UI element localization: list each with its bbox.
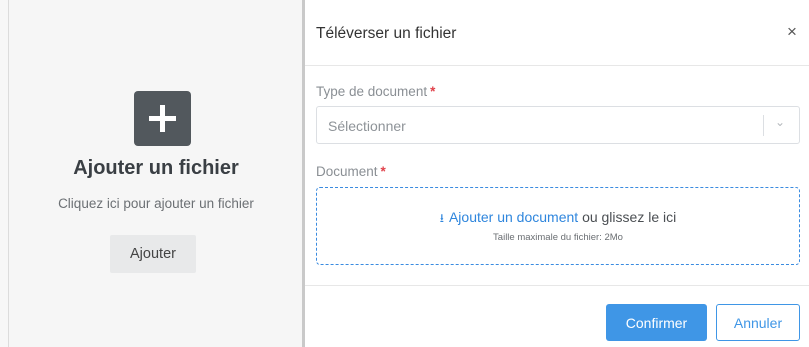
close-icon[interactable]: × — [787, 22, 797, 42]
upload-modal: Téléverser un fichier × Type de document… — [305, 0, 809, 347]
select-separator — [763, 115, 764, 136]
required-mark: * — [430, 84, 436, 99]
add-file-title: Ajouter un fichier — [73, 157, 239, 179]
modal-title: Téléverser un fichier — [316, 25, 457, 42]
required-mark: * — [380, 164, 386, 179]
document-label: Document * — [316, 164, 386, 179]
dropzone-instructions: ⭳ Ajouter un document ou glissez le ici — [317, 209, 799, 230]
plus-icon[interactable] — [134, 91, 191, 146]
file-dropzone[interactable]: ⭳ Ajouter un document ou glissez le ici T… — [316, 187, 800, 265]
cancel-button[interactable]: Annuler — [716, 304, 800, 341]
document-label-text: Document — [316, 164, 378, 179]
confirm-button[interactable]: Confirmer — [606, 304, 707, 341]
add-file-subtitle: Cliquez ici pour ajouter un fichier — [58, 196, 254, 211]
modal-footer-divider — [305, 285, 809, 286]
chevron-down-icon[interactable]: ⌄ — [775, 115, 785, 129]
add-button[interactable]: Ajouter — [110, 235, 196, 273]
document-type-label-text: Type de document — [316, 84, 428, 99]
document-type-label: Type de document * — [316, 84, 435, 99]
add-file-card[interactable]: Ajouter un fichier Cliquez ici pour ajou… — [9, 0, 303, 347]
upload-icon[interactable]: ⭳ — [440, 211, 444, 225]
max-size-text: Taille maximale du fichier: 2Mo — [493, 232, 623, 243]
select-placeholder: Sélectionner — [328, 118, 406, 134]
plus-icon-vertical-bar — [160, 105, 165, 132]
modal-header-divider — [305, 65, 809, 66]
document-type-select[interactable]: Sélectionner ⌄ — [316, 106, 800, 144]
drop-hint-text: ou glissez le ici — [582, 209, 677, 225]
add-document-link[interactable]: Ajouter un document — [449, 209, 578, 225]
